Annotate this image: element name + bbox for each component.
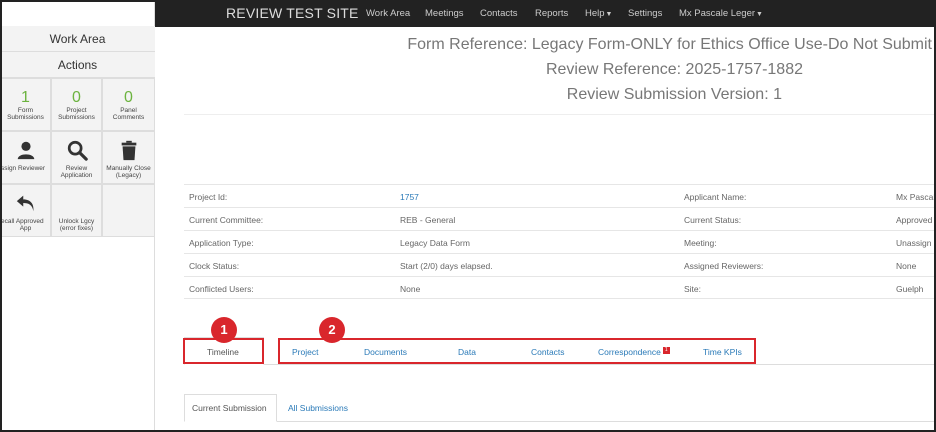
subtab-all-submissions[interactable]: All Submissions	[288, 403, 348, 413]
application-type-label: Application Type:	[189, 238, 254, 248]
info-row: Application Type: Legacy Data Form Meeti…	[184, 230, 936, 253]
panel-comments-tile[interactable]: 0 Panel Comments	[102, 78, 155, 131]
tile-label: ecall Approved	[1, 218, 44, 225]
tile-label: Comments	[112, 114, 145, 121]
subtab-bar	[184, 421, 936, 422]
nav-meetings[interactable]: Meetings	[425, 8, 464, 19]
assigned-reviewers-label: Assigned Reviewers:	[684, 261, 764, 271]
tile-label: (error fixes)	[59, 225, 94, 232]
form-reference: Form Reference: Legacy Form-ONLY for Eth…	[407, 36, 932, 53]
subtab-current-submission[interactable]: Current Submission	[192, 403, 267, 413]
divider	[184, 114, 936, 115]
recall-approved-tile[interactable]: ecall Approved App	[0, 184, 51, 237]
nav-user-menu[interactable]: Mx Pascale Leger▼	[679, 8, 763, 19]
tile-label: Manually Close	[106, 165, 151, 172]
tile-label: Application	[60, 172, 93, 179]
empty-tile	[102, 184, 155, 237]
info-row: Project Id: 1757 Applicant Name: Mx Pasc…	[184, 184, 936, 207]
panel-comments-count: 0	[124, 89, 133, 106]
tile-label: Unlock Lgcy	[58, 218, 95, 225]
meeting-label: Meeting:	[684, 238, 717, 248]
chevron-down-icon: ▼	[605, 11, 613, 18]
application-type-value: Legacy Data Form	[400, 238, 470, 248]
nav-reports[interactable]: Reports	[535, 8, 568, 19]
tile-label: Submissions	[7, 114, 44, 121]
search-icon	[52, 139, 101, 165]
tile-label: Panel	[120, 107, 137, 114]
clock-status-label: Clock Status:	[189, 261, 240, 271]
conflicted-users-label: Conflicted Users:	[189, 284, 254, 294]
nav-user-label: Mx Pascale Leger	[679, 8, 756, 19]
top-navbar: REVIEW TEST SITE Work Area Meetings Cont…	[155, 0, 936, 27]
assigned-reviewers-value: None	[896, 261, 917, 271]
current-committee-label: Current Committee:	[189, 215, 264, 225]
site-label: Site:	[684, 284, 702, 294]
undo-icon	[1, 192, 50, 218]
current-committee-value: REB - General	[400, 215, 456, 225]
meeting-value: Unassign	[896, 238, 932, 248]
conflicted-users-value: None	[400, 284, 421, 294]
tile-label: Submissions	[58, 114, 95, 121]
unlock-legacy-tile[interactable]: Unlock Lgcy (error fixes)	[51, 184, 102, 237]
site-value: Guelph	[896, 284, 924, 294]
form-submissions-tile[interactable]: 1 Form Submissions	[0, 78, 51, 131]
current-status-label: Current Status:	[684, 215, 742, 225]
project-id-value[interactable]: 1757	[400, 192, 419, 202]
chevron-down-icon: ▼	[756, 11, 763, 18]
callout-number-2: 2	[319, 317, 345, 343]
tile-label: Project	[66, 107, 87, 114]
tile-label: ssign Reviewer	[1, 165, 46, 172]
review-version: Review Submission Version: 1	[566, 86, 782, 103]
work-area-header[interactable]: Work Area	[0, 26, 155, 52]
project-submissions-tile[interactable]: 0 Project Submissions	[51, 78, 102, 131]
nav-help[interactable]: Help▼	[585, 8, 612, 19]
review-reference: Review Reference: 2025-1757-1882	[545, 61, 803, 78]
callout-number-1: 1	[211, 317, 237, 343]
callout-box-2	[278, 338, 756, 364]
info-row: Current Committee: REB - General Current…	[184, 207, 936, 230]
tab-bar	[184, 364, 936, 365]
tile-label: App	[19, 225, 32, 232]
assign-reviewer-tile[interactable]: ssign Reviewer	[0, 131, 51, 184]
clock-status-value: Start (2/0) days elapsed.	[400, 261, 493, 271]
review-application-tile[interactable]: Review Application	[51, 131, 102, 184]
nav-contacts[interactable]: Contacts	[480, 8, 518, 19]
project-submissions-count: 0	[72, 89, 81, 106]
nav-settings[interactable]: Settings	[628, 8, 662, 19]
project-id-label: Project Id:	[189, 192, 228, 202]
nav-work-area[interactable]: Work Area	[366, 8, 410, 19]
nav-help-label: Help	[585, 8, 605, 19]
tile-label: Form	[17, 107, 34, 114]
info-row: Conflicted Users: None Site: Guelph	[184, 276, 936, 299]
manually-close-tile[interactable]: Manually Close (Legacy)	[102, 131, 155, 184]
tile-label: (Legacy)	[115, 172, 142, 179]
info-row: Clock Status: Start (2/0) days elapsed. …	[184, 253, 936, 276]
site-brand[interactable]: REVIEW TEST SITE	[226, 5, 359, 21]
applicant-name-value: Mx Pascal	[896, 192, 936, 202]
user-icon	[1, 139, 50, 165]
tile-label: Review	[65, 165, 88, 172]
actions-header: Actions	[0, 52, 155, 78]
form-submissions-count: 1	[21, 89, 30, 106]
applicant-name-label: Applicant Name:	[684, 192, 747, 202]
blank-icon	[52, 192, 101, 218]
current-status-value: Approved	[896, 215, 933, 225]
trash-icon	[103, 139, 154, 165]
